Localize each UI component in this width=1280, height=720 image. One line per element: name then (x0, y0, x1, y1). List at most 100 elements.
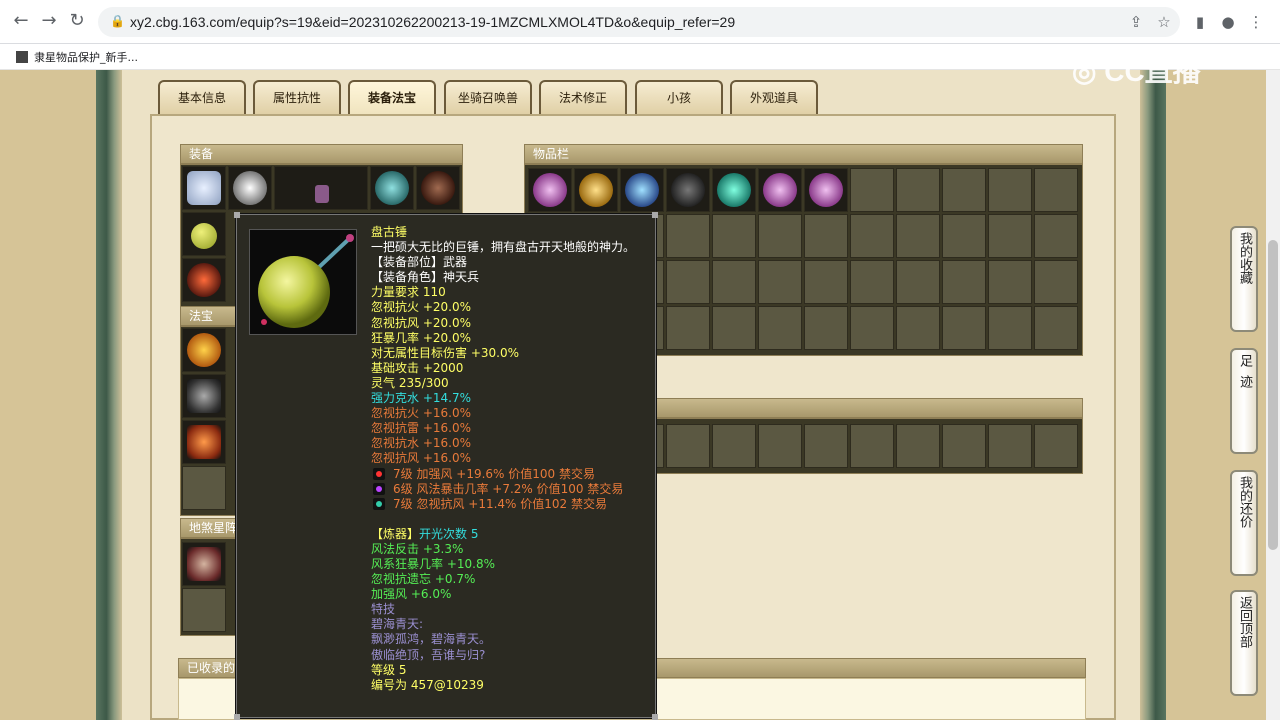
attribute-line: 忽视抗火 +20.0% (371, 300, 471, 315)
inventory-slot[interactable] (666, 214, 710, 258)
tab-child[interactable]: 小孩 (635, 80, 723, 114)
inventory-slot[interactable] (850, 260, 894, 304)
inventory-slot[interactable] (1034, 168, 1078, 212)
tooltip-corner (652, 714, 658, 720)
inventory-slot[interactable] (712, 260, 756, 304)
inventory-slot[interactable] (666, 424, 710, 468)
helmet-icon (375, 171, 409, 205)
inventory-slot[interactable] (942, 168, 986, 212)
tab-mounts-pets[interactable]: 坐骑召唤兽 (444, 80, 532, 114)
gem-text: 7级 忽视抗风 +11.4% 价值102 禁交易 (393, 496, 607, 511)
inventory-slot[interactable] (758, 168, 802, 212)
inventory-slot[interactable] (666, 260, 710, 304)
back-icon[interactable]: ← (10, 10, 32, 32)
inventory-slot[interactable] (804, 260, 848, 304)
equip-slot-weapon-large[interactable] (274, 166, 368, 210)
inventory-slot[interactable] (804, 424, 848, 468)
reload-icon[interactable]: ↻ (66, 10, 88, 32)
star-icon[interactable]: ☆ (1154, 12, 1174, 32)
tooltip-text: 盘古锤 一把硕大无比的巨锤，拥有盘古开天地般的神力。 【装备部位】武器 【装备角色… (371, 225, 653, 693)
scrollbar-thumb[interactable] (1268, 240, 1278, 550)
equip-slot-necklace[interactable] (228, 166, 272, 210)
inventory-slot[interactable] (1034, 306, 1078, 350)
attribute-line: 【装备角色】神天兵 (371, 270, 480, 285)
inventory-slot[interactable] (942, 424, 986, 468)
inventory-slot[interactable] (666, 306, 710, 350)
inventory-slot[interactable] (528, 168, 572, 212)
left-pillar (96, 70, 122, 720)
inventory-slot[interactable] (850, 214, 894, 258)
tab-attributes[interactable]: 属性抗性 (253, 80, 341, 114)
tab-basic-info[interactable]: 基本信息 (158, 80, 246, 114)
inventory-slot[interactable] (712, 168, 756, 212)
attribute-line: 忽视抗雷 +16.0% (371, 421, 471, 436)
inventory-slot[interactable] (758, 260, 802, 304)
inventory-slot[interactable] (1034, 424, 1078, 468)
inventory-slot[interactable] (850, 424, 894, 468)
inventory-slot[interactable] (1034, 214, 1078, 258)
inventory-slot[interactable] (988, 260, 1032, 304)
inventory-slot[interactable] (758, 424, 802, 468)
back-to-top-button[interactable]: 返回顶部 (1230, 590, 1258, 696)
inventory-slot[interactable] (1034, 260, 1078, 304)
tab-spell-correction[interactable]: 法术修正 (539, 80, 627, 114)
favorites-label: 我的收藏 (1237, 232, 1252, 284)
inventory-slot[interactable] (804, 306, 848, 350)
inventory-slot[interactable] (988, 424, 1032, 468)
gem-icon (373, 497, 385, 510)
earth-star-slot-2[interactable] (182, 588, 226, 632)
inventory-slot[interactable] (804, 214, 848, 258)
treasure-slot-2[interactable] (182, 374, 226, 418)
menu-icon[interactable]: ⋮ (1246, 12, 1266, 32)
inventory-slot[interactable] (988, 214, 1032, 258)
favorites-button[interactable]: 我的收藏 (1230, 226, 1258, 332)
inventory-slot[interactable] (850, 168, 894, 212)
inventory-slot[interactable] (620, 168, 664, 212)
inventory-slot[interactable] (666, 168, 710, 212)
footprint-button[interactable]: 足迹 (1230, 348, 1258, 454)
sidepanel-icon[interactable]: ▮ (1190, 12, 1210, 32)
inventory-slot[interactable] (804, 168, 848, 212)
inventory-slot[interactable] (712, 214, 756, 258)
lock-icon: 🔒 (110, 14, 125, 28)
inventory-slot[interactable] (942, 260, 986, 304)
equip-slot-shoes[interactable] (416, 166, 460, 210)
refine-line: 忽视抗遗忘 +0.7% (371, 572, 476, 587)
inventory-slot[interactable] (712, 424, 756, 468)
inventory-slot[interactable] (942, 214, 986, 258)
forward-icon[interactable]: → (38, 10, 60, 32)
inventory-slot[interactable] (896, 306, 940, 350)
address-bar[interactable]: 🔒 xy2.cbg.163.com/equip?s=19&eid=2023102… (98, 7, 1180, 37)
equip-slot-armor[interactable] (182, 166, 226, 210)
profile-icon[interactable]: ● (1218, 12, 1238, 32)
inventory-slot[interactable] (896, 168, 940, 212)
tab-appearance[interactable]: 外观道具 (730, 80, 818, 114)
bookmark-item[interactable]: 隶星物品保护_新手... (16, 49, 138, 65)
treasure-slot-3[interactable] (182, 420, 226, 464)
refine-line: 风系狂暴几率 +10.8% (371, 556, 495, 571)
inventory-slot[interactable] (574, 168, 618, 212)
page-scrollbar[interactable] (1266, 70, 1280, 720)
my-offers-button[interactable]: 我的还价 (1230, 470, 1258, 576)
gem-text: 7级 加强风 +19.6% 价值100 禁交易 (393, 466, 595, 481)
attribute-line: 忽视抗火 +16.0% (371, 406, 471, 421)
treasure-slot-4[interactable] (182, 466, 226, 510)
inventory-slot[interactable] (988, 168, 1032, 212)
earth-star-slot-1[interactable] (182, 542, 226, 586)
url-text[interactable]: xy2.cbg.163.com/equip?s=19&eid=202310262… (130, 14, 735, 30)
treasure-slot-1[interactable] (182, 328, 226, 372)
inventory-slot[interactable] (896, 214, 940, 258)
equip-slot-belt[interactable] (182, 258, 226, 302)
equip-slot-hammer[interactable] (182, 212, 226, 256)
inventory-slot[interactable] (850, 306, 894, 350)
inventory-slot[interactable] (758, 306, 802, 350)
inventory-slot[interactable] (988, 306, 1032, 350)
inventory-slot[interactable] (942, 306, 986, 350)
share-icon[interactable]: ⇪ (1126, 12, 1146, 32)
inventory-slot[interactable] (758, 214, 802, 258)
inventory-slot[interactable] (896, 260, 940, 304)
inventory-slot[interactable] (896, 424, 940, 468)
equip-slot-helmet[interactable] (370, 166, 414, 210)
inventory-slot[interactable] (712, 306, 756, 350)
tab-equipment[interactable]: 装备法宝 (348, 80, 436, 114)
